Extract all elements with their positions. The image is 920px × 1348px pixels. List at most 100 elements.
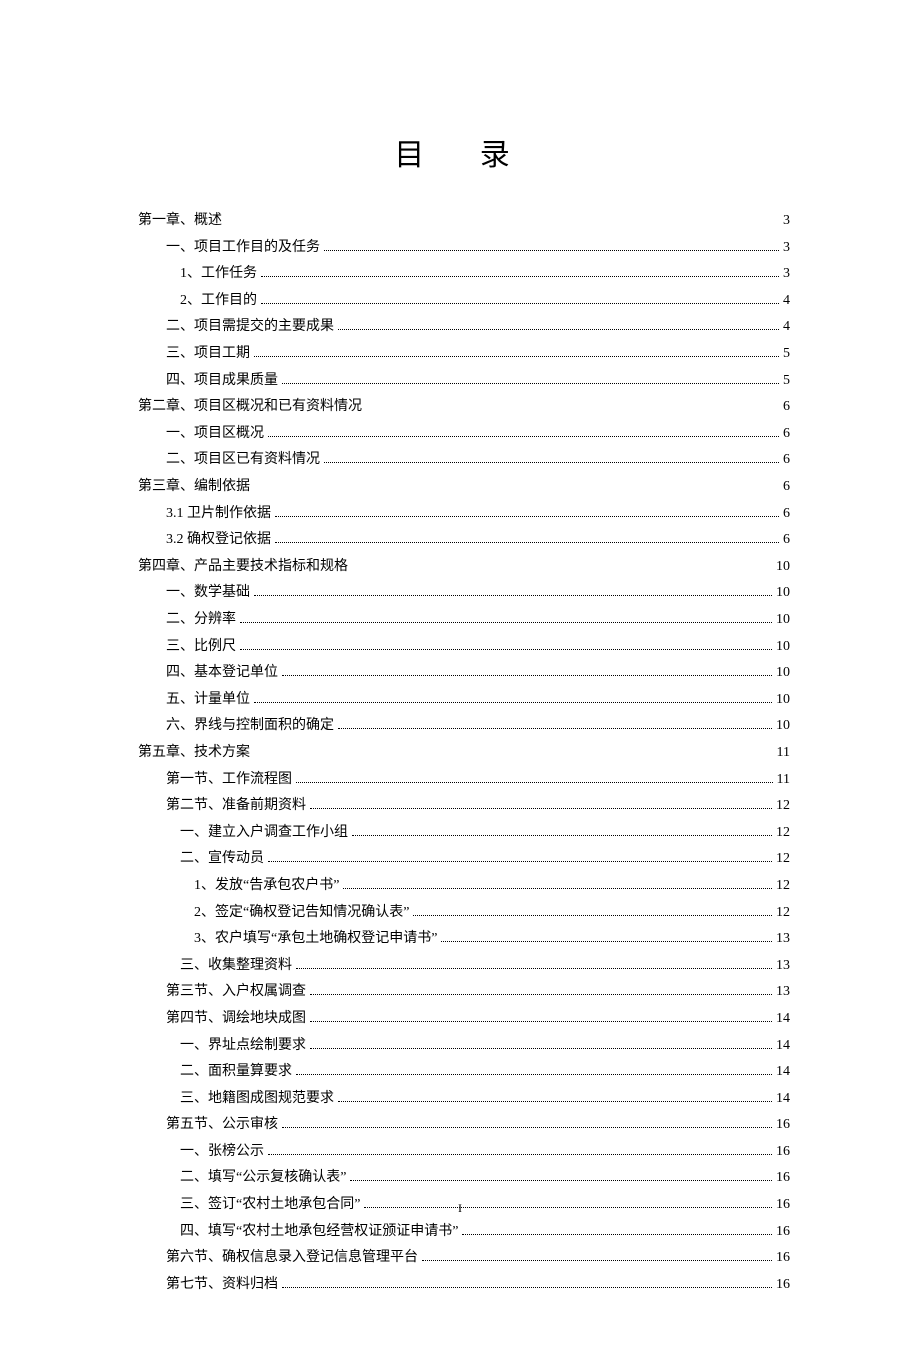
toc-leader-dots (226, 210, 779, 224)
toc-entry-label: 2、签定“确权登记告知情况确认表” (194, 900, 409, 927)
toc-entry-page: 10 (776, 660, 790, 687)
toc-entry-label: 五、计量单位 (166, 687, 250, 714)
toc-entry: 2、签定“确权登记告知情况确认表”12 (138, 900, 790, 927)
toc-leader-dots (310, 986, 772, 995)
toc-entry-page: 6 (783, 527, 790, 554)
toc-entry: 第三节、入户权属调查13 (138, 979, 790, 1006)
toc-entry: 第二节、准备前期资料12 (138, 793, 790, 820)
toc-entry: 四、填写“农村土地承包经营权证颁证申请书” 16 (138, 1219, 790, 1246)
toc-entry-page: 12 (776, 846, 790, 873)
toc-leader-dots (310, 1039, 772, 1048)
toc-entry-label: 四、项目成果质量 (166, 368, 278, 395)
toc-leader-dots (310, 800, 772, 809)
toc-entry: 一、数学基础10 (138, 580, 790, 607)
toc-entry: 四、基本登记单位 10 (138, 660, 790, 687)
toc-entry-page: 16 (776, 1272, 790, 1299)
toc-entry-label: 第五章、技术方案 (138, 740, 250, 767)
toc-entry-label: 一、项目工作目的及任务 (166, 235, 320, 262)
toc-entry-label: 二、项目区已有资料情况 (166, 447, 320, 474)
toc-entry-page: 12 (776, 873, 790, 900)
toc-entry: 一、建立入户调查工作小组 12 (138, 820, 790, 847)
toc-entry-label: 第一节、工作流程图 (166, 767, 292, 794)
toc-entry-page: 14 (776, 1033, 790, 1060)
toc-entry-page: 3 (783, 261, 790, 288)
toc-leader-dots (240, 614, 772, 623)
toc-entry: 3.2 确权登记依据 6 (138, 527, 790, 554)
toc-entry-page: 3 (783, 235, 790, 262)
document-page: 目 录 第一章、概述3一、项目工作目的及任务31、工作任务32、工作目的4二、项… (0, 0, 920, 1348)
toc-entry-label: 二、项目需提交的主要成果 (166, 314, 334, 341)
toc-entry-page: 13 (776, 926, 790, 953)
toc-entry-label: 第五节、公示审核 (166, 1112, 278, 1139)
toc-entry: 一、张榜公示16 (138, 1139, 790, 1166)
toc-entry: 第七节、资料归档 16 (138, 1272, 790, 1299)
toc-entry-page: 16 (776, 1219, 790, 1246)
toc-entry: 二、填写“公示复核确认表”16 (138, 1165, 790, 1192)
toc-entry: 第三章、编制依据6 (138, 474, 790, 501)
toc-title: 目 录 (138, 130, 790, 174)
toc-leader-dots (282, 667, 772, 676)
toc-leader-dots (254, 742, 773, 756)
toc-leader-dots (352, 826, 772, 835)
toc-entry-label: 三、项目工期 (166, 341, 250, 368)
toc-entry-label: 第三章、编制依据 (138, 474, 250, 501)
toc-entry: 2、工作目的4 (138, 288, 790, 315)
toc-entry-page: 14 (776, 1086, 790, 1113)
toc-entry: 第一章、概述3 (138, 208, 790, 235)
toc-leader-dots (296, 773, 773, 782)
toc-entry-page: 6 (783, 447, 790, 474)
toc-entry: 第四章、产品主要技术指标和规格 10 (138, 554, 790, 581)
toc-entry: 第五节、公示审核16 (138, 1112, 790, 1139)
toc-entry-label: 二、填写“公示复核确认表” (180, 1165, 346, 1192)
toc-entry: 第六节、确权信息录入登记信息管理平台 16 (138, 1245, 790, 1272)
toc-entry-page: 16 (776, 1139, 790, 1166)
toc-leader-dots (343, 880, 772, 889)
toc-entry-label: 六、界线与控制面积的确定 (166, 713, 334, 740)
toc-leader-dots (352, 556, 772, 570)
toc-leader-dots (350, 1172, 772, 1181)
toc-leader-dots (338, 321, 779, 330)
toc-entry-label: 三、比例尺 (166, 634, 236, 661)
toc-entry-label: 3.1 卫片制作依据 (166, 501, 271, 528)
toc-entry-label: 四、基本登记单位 (166, 660, 278, 687)
page-number-footer: I (0, 1201, 920, 1216)
toc-leader-dots (441, 933, 772, 942)
toc-entry-page: 13 (776, 979, 790, 1006)
toc-leader-dots (413, 906, 772, 915)
toc-entry: 3、农户填写“承包土地确权登记申请书”13 (138, 926, 790, 953)
toc-entry-page: 6 (783, 394, 790, 421)
toc-leader-dots (282, 1278, 772, 1287)
toc-entry-label: 2、工作目的 (180, 288, 257, 315)
toc-entry-label: 第六节、确权信息录入登记信息管理平台 (166, 1245, 418, 1272)
toc-entry-label: 四、填写“农村土地承包经营权证颁证申请书” (180, 1219, 458, 1246)
toc-entry-label: 3.2 确权登记依据 (166, 527, 271, 554)
toc-leader-dots (261, 294, 779, 303)
toc-entry: 第五章、技术方案 11 (138, 740, 790, 767)
toc-leader-dots (261, 268, 779, 277)
toc-entry: 二、宣传动员 12 (138, 846, 790, 873)
toc-entry-page: 11 (777, 740, 790, 767)
toc-leader-dots (268, 853, 772, 862)
toc-leader-dots (310, 1013, 772, 1022)
toc-leader-dots (254, 693, 772, 702)
toc-entry-label: 一、建立入户调查工作小组 (180, 820, 348, 847)
toc-entry-page: 10 (776, 554, 790, 581)
toc-entry-page: 13 (776, 953, 790, 980)
toc-leader-dots (324, 241, 779, 250)
toc-entry-page: 3 (783, 208, 790, 235)
toc-leader-dots (366, 396, 779, 410)
toc-entry-page: 10 (776, 713, 790, 740)
toc-entry: 1、发放“告承包农户书”12 (138, 873, 790, 900)
toc-leader-dots (254, 348, 779, 357)
toc-entry-label: 第七节、资料归档 (166, 1272, 278, 1299)
toc-entry-page: 12 (776, 820, 790, 847)
toc-leader-dots (275, 507, 779, 516)
toc-entry-page: 14 (776, 1006, 790, 1033)
toc-entry-page: 16 (776, 1245, 790, 1272)
toc-leader-dots (254, 587, 772, 596)
toc-entry: 二、项目需提交的主要成果4 (138, 314, 790, 341)
toc-entry-label: 第四章、产品主要技术指标和规格 (138, 554, 348, 581)
toc-entry-label: 二、宣传动员 (180, 846, 264, 873)
toc-leader-dots (296, 959, 772, 968)
toc-entry: 二、分辨率10 (138, 607, 790, 634)
